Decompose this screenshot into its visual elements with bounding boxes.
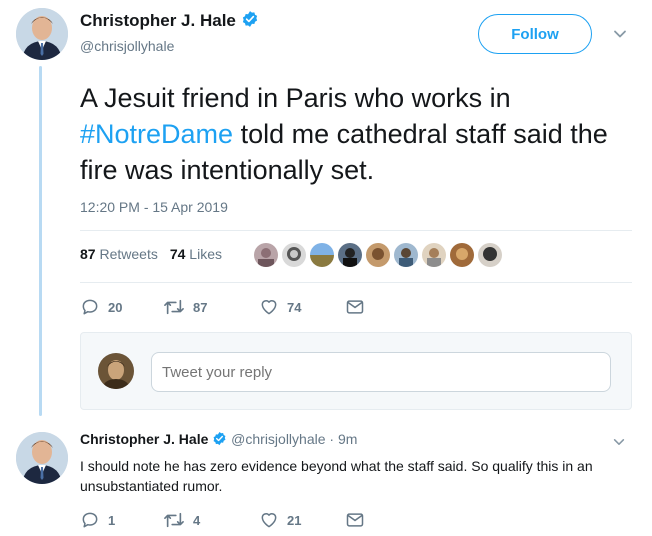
direct-message-action[interactable]	[345, 297, 365, 317]
follow-button[interactable]: Follow	[478, 14, 592, 54]
retweet-icon	[164, 512, 184, 528]
retweet-count: 87	[193, 299, 208, 315]
reply-input[interactable]	[151, 352, 611, 392]
retweets-label: Retweets	[99, 246, 158, 262]
retweet-action[interactable]: 4	[163, 510, 200, 530]
reply-author-header: Christopher J. Hale @chrisjollyhale · 9m	[80, 431, 357, 449]
divider	[80, 282, 632, 283]
liker-avatar[interactable]	[394, 243, 418, 267]
author-name-text: Christopher J. Hale	[80, 10, 236, 30]
tweet-timestamp[interactable]: 12:20 PM - 15 Apr 2019	[80, 199, 228, 215]
author-handle[interactable]: @chrisjollyhale	[80, 38, 174, 54]
like-count: 74	[287, 299, 302, 315]
direct-message-icon	[346, 300, 364, 314]
retweet-count: 4	[193, 512, 201, 528]
reply-author-handle[interactable]: @chrisjollyhale	[231, 431, 325, 447]
like-action[interactable]: 21	[259, 510, 301, 530]
tweet-text-part: A Jesuit friend in Paris who works in	[80, 83, 511, 113]
like-action[interactable]: 74	[259, 297, 301, 317]
likes-stat[interactable]: 74 Likes	[170, 246, 222, 262]
verified-badge-icon	[212, 431, 227, 449]
liker-avatar[interactable]	[478, 243, 502, 267]
thread-line	[39, 66, 42, 416]
retweet-icon	[164, 299, 184, 315]
hashtag-link[interactable]: #NotreDame	[80, 119, 233, 149]
reply-count: 1	[108, 512, 116, 528]
reply-time[interactable]: · 9m	[329, 431, 357, 447]
direct-message-action[interactable]	[345, 510, 365, 530]
verified-badge-icon	[241, 10, 259, 33]
liker-avatar[interactable]	[338, 243, 362, 267]
liker-avatar[interactable]	[450, 243, 474, 267]
liker-avatar[interactable]	[310, 243, 334, 267]
likes-label: Likes	[189, 246, 222, 262]
reply-text: I should note he has zero evidence beyon…	[80, 458, 593, 494]
liker-avatar[interactable]	[254, 243, 278, 267]
tweet-stats: 87 Retweets 74 Likes	[80, 246, 222, 262]
reply-icon	[82, 299, 98, 315]
likes-count: 74	[169, 246, 186, 262]
liker-avatar[interactable]	[282, 243, 306, 267]
tweet-text: A Jesuit friend in Paris who works in #N…	[80, 80, 640, 188]
reply-action[interactable]: 20	[80, 297, 122, 317]
like-icon	[261, 300, 277, 315]
reply-icon	[82, 512, 98, 528]
reply-author-name[interactable]: Christopher J. Hale	[80, 431, 208, 447]
liker-avatar[interactable]	[366, 243, 390, 267]
retweets-count: 87	[80, 246, 96, 262]
reply-count: 20	[108, 299, 123, 315]
like-count: 21	[287, 512, 302, 528]
reply-action[interactable]: 1	[80, 510, 115, 530]
direct-message-icon	[346, 513, 364, 527]
retweet-action[interactable]: 87	[163, 297, 207, 317]
like-icon	[261, 513, 277, 528]
user-avatar	[98, 353, 134, 389]
retweets-stat[interactable]: 87 Retweets	[80, 246, 158, 262]
chevron-down-icon[interactable]	[612, 26, 628, 47]
divider	[80, 230, 632, 231]
author-avatar[interactable]	[16, 8, 68, 60]
author-name[interactable]: Christopher J. Hale	[80, 10, 259, 33]
reply-author-avatar[interactable]	[16, 432, 68, 484]
chevron-down-icon[interactable]	[612, 435, 626, 454]
liker-avatar[interactable]	[422, 243, 446, 267]
likers-avatars	[254, 243, 502, 267]
